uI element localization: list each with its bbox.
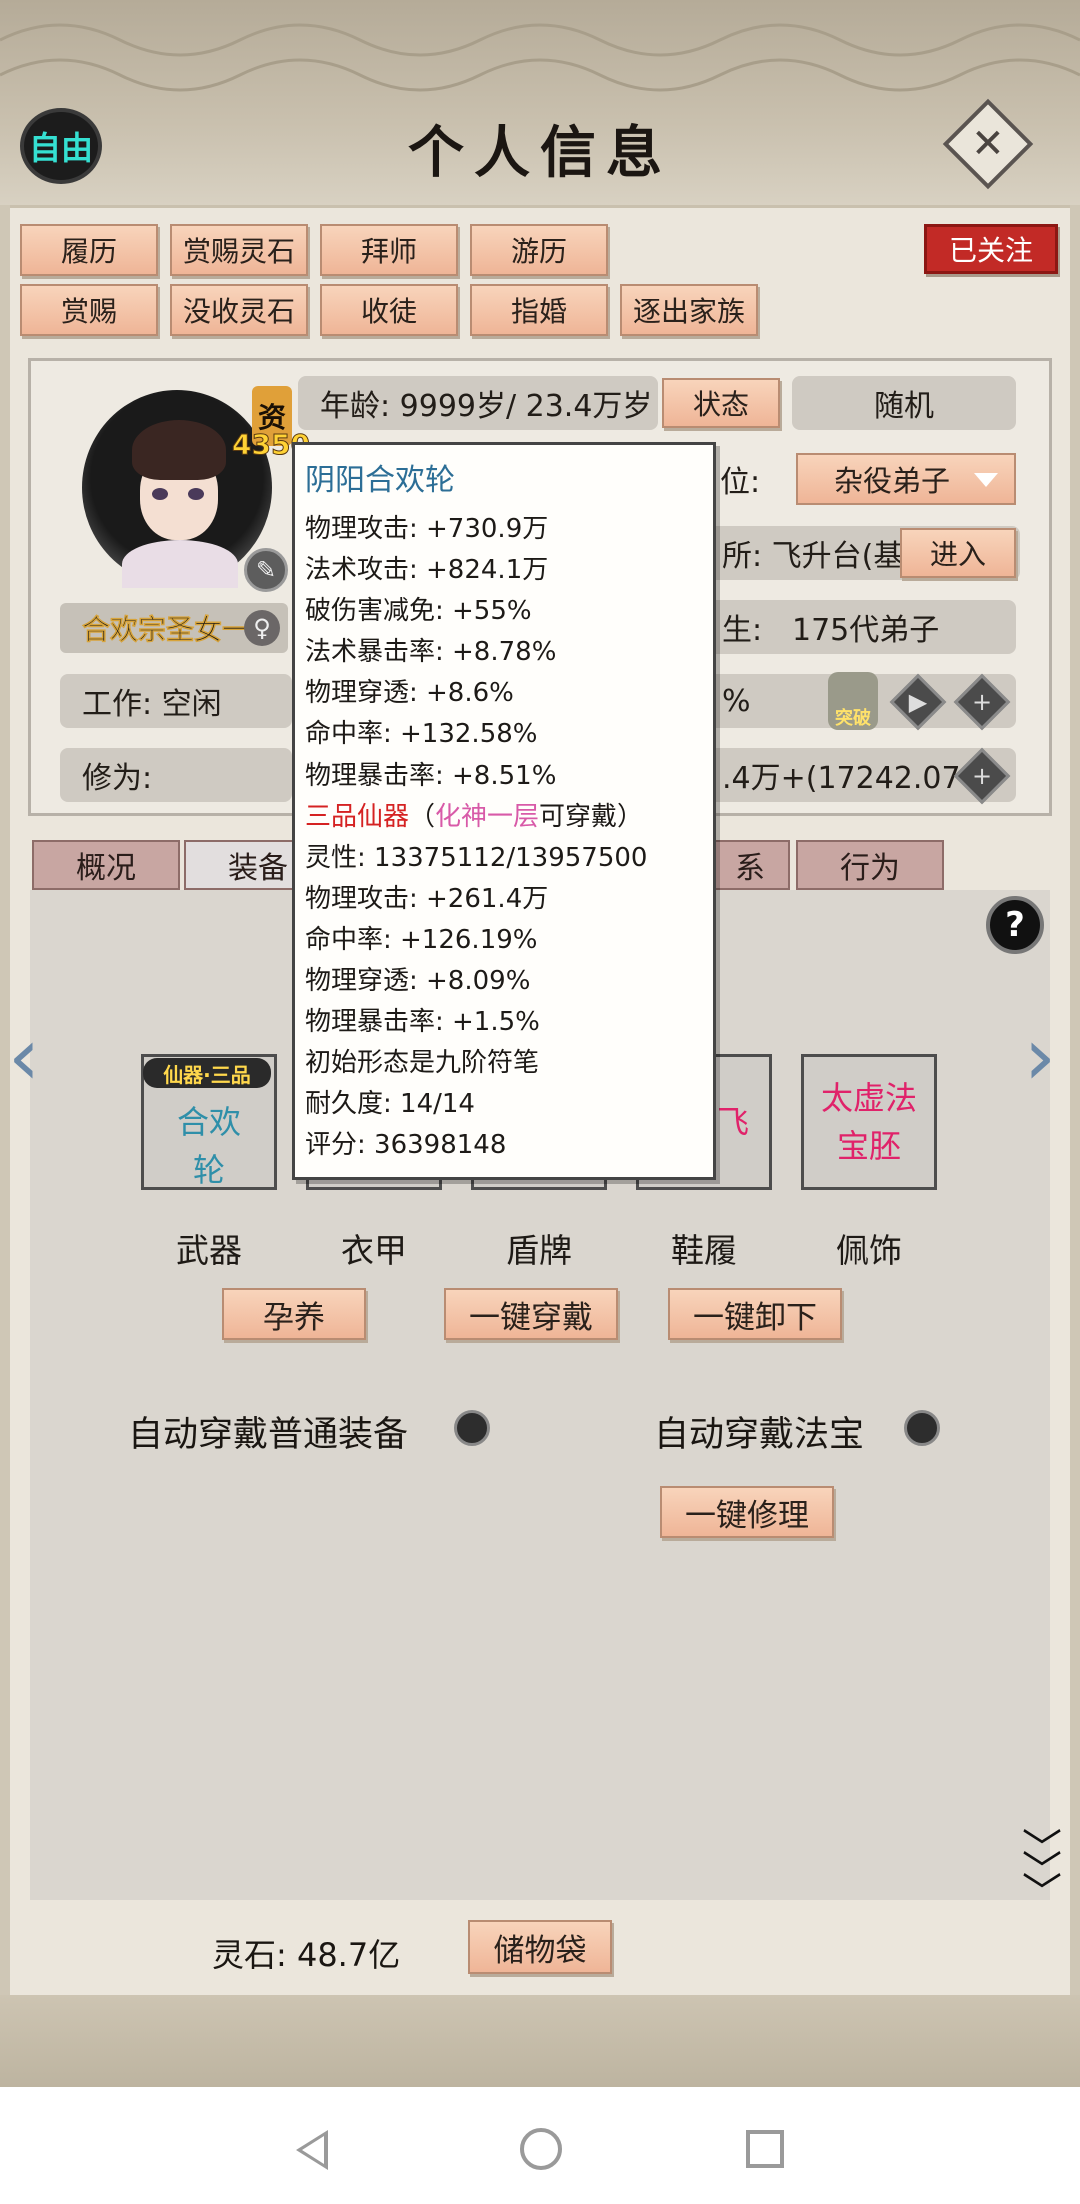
stat-line: 命中率: +126.19% [305,924,538,955]
breakthrough-label: 突破 [835,708,871,729]
expand-down-icon[interactable]: ﹀ ﹀ ﹀ [1012,1829,1072,1913]
grade-text: 三品仙器 [305,801,410,832]
avatar-body [122,540,238,588]
female-gender-icon: ♀ [244,610,280,646]
status-button[interactable]: 状态 [662,378,780,428]
travel-button[interactable]: 游历 [470,224,608,276]
cultivation-label: 修为: [60,748,292,802]
auto-equip-artifact-toggle[interactable] [904,1410,940,1446]
spirit-line: 灵性: 13375112/13957500 [305,842,648,873]
auto-equip-normal-toggle[interactable] [454,1410,490,1446]
stat-line: 命中率: +132.58% [305,719,538,750]
unequip-all-button[interactable]: 一键卸下 [668,1288,842,1340]
chevron-down-icon [974,473,998,487]
auto-equip-normal-label: 自动穿戴普通装备 [128,1415,409,1455]
take-master-button[interactable]: 拜师 [320,224,458,276]
origin-line: 初始形态是九阶符笔 [305,1048,540,1079]
tooltip-title: 阴阳合欢轮 [305,463,455,498]
score-line: 评分: 36398148 [305,1130,507,1161]
play-icon: ▶ [908,688,928,716]
stat-line: 物理暴击率: +1.5% [305,1007,540,1038]
requirement-realm: 化神一层 [435,801,540,832]
tab-overview[interactable]: 概况 [32,840,180,890]
page-title: 个人信息 [408,120,672,186]
item-tooltip: 阴阳合欢轮 物理攻击: +730.9万 法术攻击: +824.1万 破伤害减免:… [292,442,716,1180]
nav-recent-icon[interactable] [746,2130,784,2168]
plus-icon: + [971,688,993,716]
breakthrough-icon[interactable]: 突破 [828,672,878,730]
reward-button[interactable]: 赏赐 [20,284,158,336]
followed-button[interactable]: 已关注 [924,224,1058,274]
nav-home-icon[interactable] [520,2128,562,2170]
shoes-name-fragment: 飞 [716,1103,749,1141]
nurture-button[interactable]: 孕养 [222,1288,366,1340]
durability-line: 耐久度: 14/14 [305,1089,475,1120]
weapon-label: 武器 [176,1231,242,1270]
tab-relations[interactable]: 系 [710,840,790,890]
resume-button[interactable]: 履历 [20,224,158,276]
stat-line: 破伤害减免: +55% [305,596,532,627]
next-arrow-icon[interactable]: › [1024,1010,1056,1103]
random-button[interactable]: 随机 [792,376,1016,430]
shield-label: 盾牌 [506,1231,572,1270]
stat-line: 物理暴击率: +8.51% [305,760,557,791]
avatar-left-eye [152,488,168,500]
expel-family-button[interactable]: 逐出家族 [620,284,758,336]
requirement-open: （ [409,801,436,832]
plus-icon: + [971,762,993,790]
tab-behavior[interactable]: 行为 [796,840,944,890]
equip-all-button[interactable]: 一键穿戴 [444,1288,618,1340]
edit-brush-icon[interactable]: ✎ [244,548,288,592]
repair-all-button[interactable]: 一键修理 [660,1486,834,1538]
storage-bag-button[interactable]: 储物袋 [468,1920,612,1974]
stat-line: 物理攻击: +730.9万 [305,514,549,544]
accessory-label: 佩饰 [836,1231,902,1270]
age-field: 年龄: 9999岁/ 23.4万岁 [298,376,658,430]
arrange-marriage-button[interactable]: 指婚 [470,284,608,336]
shoes-label: 鞋履 [671,1231,737,1270]
grade-line: 三品仙器（化神一层可穿戴） [305,797,703,838]
stat-line: 物理穿透: +8.6% [305,678,514,709]
grade-tag: 仙器·三品 [143,1058,271,1088]
armor-label: 衣甲 [341,1231,407,1270]
confiscate-stones-button[interactable]: 没收灵石 [170,284,308,336]
stat-line: 法术暴击率: +8.78% [305,637,557,668]
accessory-name: 太虚法宝胚 [820,1079,917,1165]
avatar-right-eye [188,488,204,500]
avatar-hair [132,420,226,480]
nav-back-icon[interactable] [296,2130,328,2170]
auto-equip-artifact-label: 自动穿戴法宝 [654,1415,865,1455]
generation-value: 175代弟子 [770,600,1016,654]
take-disciple-button[interactable]: 收徒 [320,284,458,336]
requirement-close: 可穿戴） [539,801,644,832]
stat-line: 法术攻击: +824.1万 [305,555,549,586]
work-field: 工作: 空闲 [60,674,292,728]
footer-band [0,1995,1080,2087]
stat-line: 物理攻击: +261.4万 [305,883,549,914]
enter-button[interactable]: 进入 [900,528,1016,578]
position-select[interactable]: 杂役弟子 [796,453,1016,505]
position-value: 杂役弟子 [834,464,951,498]
close-icon: ✕ [971,120,1005,167]
prev-arrow-icon[interactable]: ‹ [8,1010,40,1103]
accessory-slot[interactable]: 太虚法宝胚 [801,1054,937,1190]
help-button[interactable]: ? [986,896,1044,954]
spirit-stones-count: 灵石: 48.7亿 [212,1936,401,1974]
stat-line: 物理穿透: +8.09% [305,966,531,997]
reward-stones-button[interactable]: 赏赐灵石 [170,224,308,276]
